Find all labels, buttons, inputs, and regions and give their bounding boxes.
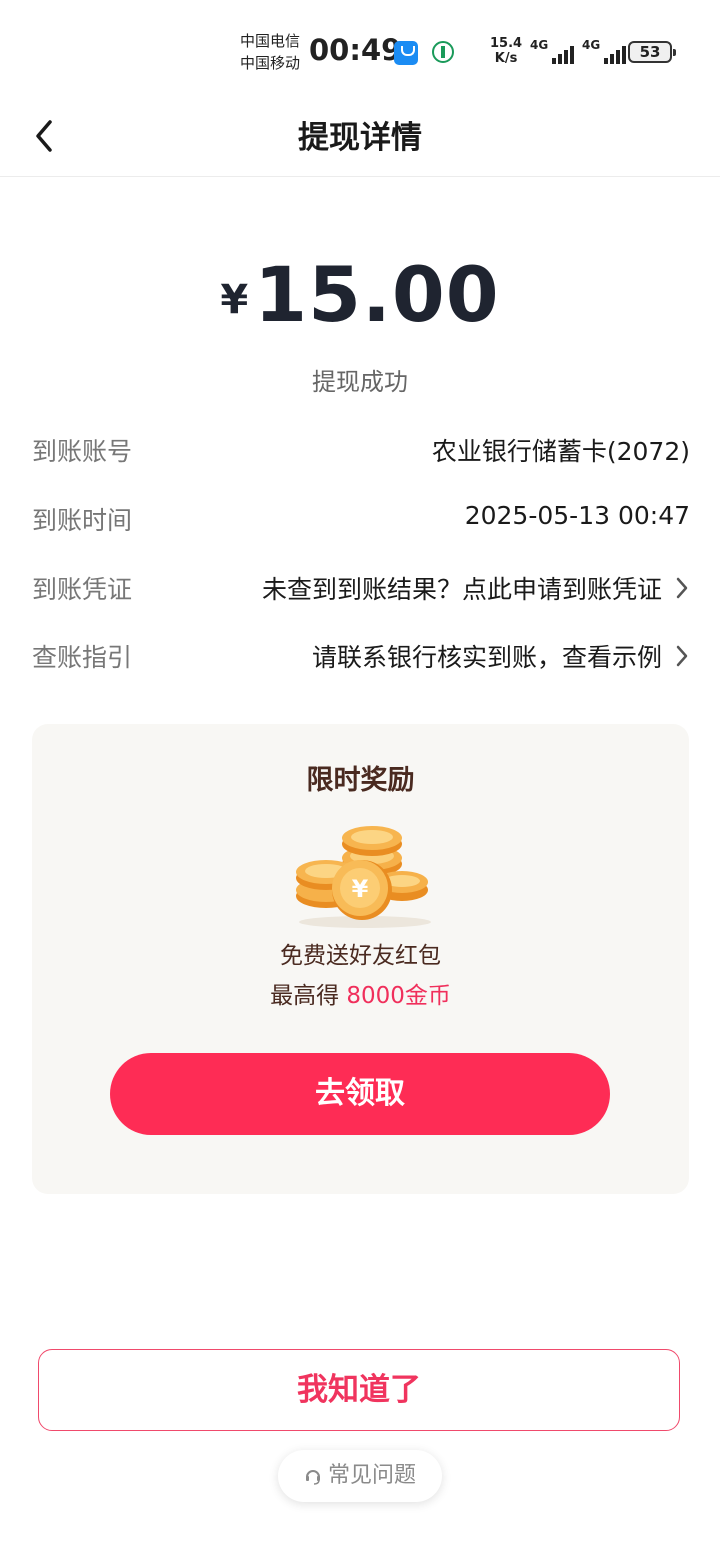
battery-icon: 53 — [628, 41, 676, 63]
faq-label: 常见问题 — [327, 1463, 416, 1488]
carrier-2: 中国移动 — [240, 54, 301, 72]
reward-card: 限时奖励 ¥ 免费送好友红包 最高得 8000金币 去领取 — [32, 724, 689, 1194]
svg-text:¥: ¥ — [352, 875, 369, 903]
bank-app-icon — [432, 41, 454, 63]
gold-coins-icon: ¥ — [296, 826, 431, 928]
reward-max-amount: 8000金币 — [346, 983, 451, 1009]
view-example-link[interactable]: 请联系银行核实到账，查看示例 — [312, 638, 662, 674]
signal-1-type: 4G — [530, 38, 549, 52]
reward-title: 限时奖励 — [306, 765, 415, 796]
detail-label: 到账时间 — [32, 506, 133, 535]
faq-button[interactable]: 常见问题 — [278, 1450, 442, 1502]
detail-label: 到账账号 — [32, 437, 133, 466]
detail-row-voucher[interactable]: 到账凭证 未查到到账结果？点此申请到账凭证 — [32, 566, 690, 610]
currency-symbol: ¥ — [220, 277, 249, 323]
detail-value: 农业银行储蓄卡(2072) — [431, 437, 690, 466]
withdraw-status: 提现成功 — [312, 368, 408, 396]
chevron-right-icon — [676, 645, 688, 667]
status-time: 00:49 — [309, 33, 402, 67]
chevron-right-icon — [676, 577, 688, 599]
carrier-labels: 中国电信 中国移动 — [240, 30, 310, 74]
page-title: 提现详情 — [298, 120, 422, 156]
reward-max-prefix: 最高得 — [270, 983, 347, 1009]
detail-label: 到账凭证 — [32, 575, 133, 604]
reward-description: 免费送好友红包 — [280, 943, 441, 969]
nav-header: 提现详情 — [0, 100, 720, 177]
battery-level: 53 — [639, 43, 661, 61]
got-it-button[interactable]: 我知道了 — [38, 1349, 680, 1431]
carrier-1: 中国电信 — [240, 32, 301, 50]
detail-row-time: 到账时间 2025-05-13 00:47 — [32, 497, 690, 541]
net-speed: 15.4 K/s — [490, 36, 522, 66]
detail-row-account: 到账账号 农业银行储蓄卡(2072) — [32, 428, 690, 472]
shopping-bag-icon — [394, 41, 418, 65]
apply-voucher-link[interactable]: 未查到到账结果？点此申请到账凭证 — [262, 570, 662, 606]
withdraw-amount: ¥15.00 — [0, 250, 720, 339]
detail-label: 查账指引 — [32, 643, 133, 672]
signal-2-type: 4G — [582, 38, 601, 52]
status-bar: 中国电信 中国移动 00:49 15.4 K/s 4G 4G 53 — [0, 0, 720, 100]
claim-reward-button[interactable]: 去领取 — [110, 1053, 610, 1135]
amount-value: 15.00 — [254, 250, 500, 339]
headset-icon — [305, 1470, 320, 1485]
reward-max: 最高得 8000金币 — [32, 976, 689, 1010]
detail-value: 2025-05-13 00:47 — [464, 501, 690, 530]
detail-row-guide[interactable]: 查账指引 请联系银行核实到账，查看示例 — [32, 634, 690, 678]
net-speed-value: 15.4 — [490, 36, 523, 51]
net-speed-unit: K/s — [494, 51, 518, 66]
